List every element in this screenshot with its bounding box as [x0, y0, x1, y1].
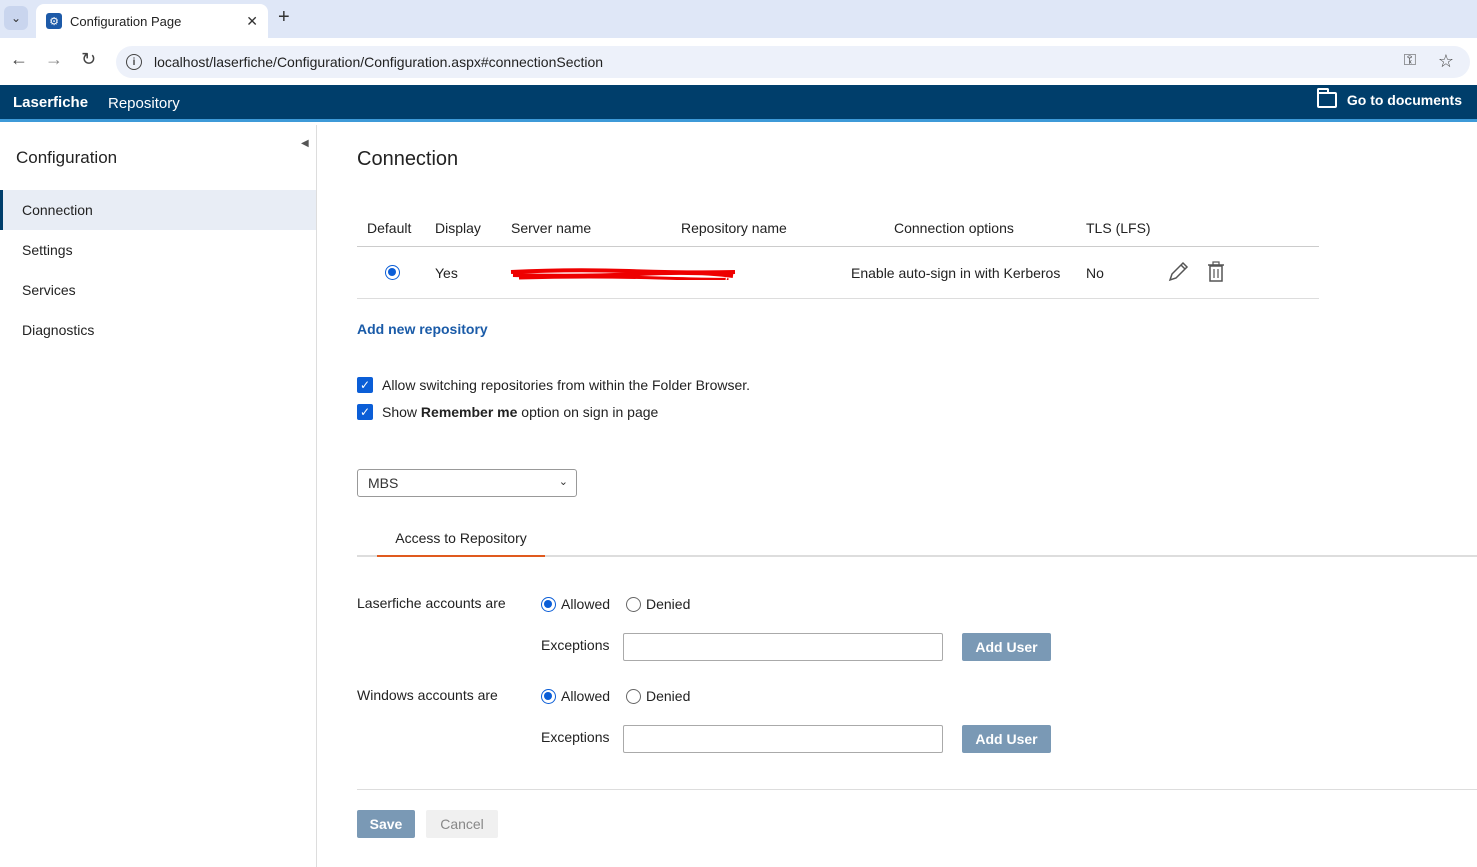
sidebar-item-services[interactable]: Services: [0, 270, 316, 310]
edit-pencil-icon[interactable]: [1167, 261, 1189, 283]
repository-table-header: Default Display Server name Repository n…: [357, 217, 1319, 247]
add-new-repository-link[interactable]: Add new repository: [357, 321, 488, 337]
laserfiche-exceptions-input[interactable]: [623, 633, 943, 661]
sidebar: ◀ Configuration Connection Settings Serv…: [0, 125, 317, 867]
windows-accounts-label: Windows accounts are: [357, 687, 498, 703]
tab-access-to-repository[interactable]: Access to Repository: [377, 529, 545, 557]
column-connection-options: Connection options: [894, 220, 1014, 236]
tls-value: No: [1086, 265, 1104, 281]
sidebar-title: Configuration: [16, 148, 118, 167]
sidebar-item-settings[interactable]: Settings: [0, 230, 316, 270]
save-button[interactable]: Save: [357, 810, 415, 838]
windows-allowed-radio[interactable]: Allowed: [541, 688, 610, 704]
main-content: Connection Default Display Server name R…: [317, 125, 1477, 867]
laserfiche-denied-radio[interactable]: Denied: [626, 596, 690, 612]
forward-arrow-icon[interactable]: →: [45, 49, 63, 70]
remember-suffix: option on sign in page: [517, 404, 659, 420]
connection-options-value: Enable auto-sign in with Kerberos: [851, 265, 1061, 281]
browser-toolbar: ← → ↻ i localhost/laserfiche/Configurati…: [0, 38, 1477, 85]
windows-denied-radio[interactable]: Denied: [626, 688, 690, 704]
laserfiche-favicon-icon: ⚙: [46, 13, 62, 29]
go-to-documents-link[interactable]: Go to documents: [1316, 88, 1462, 108]
new-tab-icon[interactable]: +: [278, 6, 290, 29]
tab-list-chevron-icon[interactable]: ⌄: [4, 6, 28, 30]
laserfiche-allowed-radio[interactable]: Allowed: [541, 596, 610, 612]
laserfiche-accounts-label: Laserfiche accounts are: [357, 595, 506, 611]
app-header: Laserfiche Repository Go to documents: [0, 85, 1477, 122]
product-name: Repository: [108, 95, 180, 112]
page-title: Connection: [357, 148, 459, 170]
sidebar-item-diagnostics[interactable]: Diagnostics: [0, 310, 316, 350]
remember-me-checkbox-row[interactable]: ✓ Show Remember me option on sign in pag…: [357, 404, 658, 420]
repository-select[interactable]: MBS ⌄: [357, 469, 577, 497]
laserfiche-add-user-button[interactable]: Add User: [962, 633, 1051, 661]
collapse-sidebar-icon[interactable]: ◀: [301, 138, 309, 149]
address-bar[interactable]: i localhost/laserfiche/Configuration/Con…: [116, 46, 1470, 78]
tab-title: Configuration Page: [70, 13, 182, 29]
allow-switching-checkbox-row[interactable]: ✓ Allow switching repositories from with…: [357, 377, 750, 393]
divider: [357, 789, 1477, 790]
brand-logo[interactable]: Laserfiche: [13, 94, 88, 111]
go-to-documents-label: Go to documents: [1346, 92, 1462, 108]
windows-add-user-button[interactable]: Add User: [962, 725, 1051, 753]
remember-prefix: Show: [382, 404, 421, 420]
remember-me-bold: Remember me: [420, 404, 518, 420]
chevron-down-icon: ⌄: [558, 476, 568, 488]
laserfiche-exceptions-label: Exceptions: [541, 637, 610, 653]
tab-close-icon[interactable]: ✕: [246, 13, 258, 30]
table-row: Yes Enable auto-sign in with Kerberos No: [357, 248, 1319, 299]
windows-exceptions-input[interactable]: [623, 725, 943, 753]
reload-icon[interactable]: ↻: [81, 49, 96, 70]
column-default: Default: [367, 220, 412, 236]
password-key-icon[interactable]: ⚿: [1404, 52, 1416, 70]
repository-select-value: MBS: [368, 475, 399, 491]
column-tls: TLS (LFS): [1086, 220, 1151, 236]
windows-exceptions-label: Exceptions: [541, 729, 610, 745]
address-url[interactable]: localhost/laserfiche/Configuration/Confi…: [154, 54, 603, 70]
checkbox-checked-icon[interactable]: ✓: [357, 404, 373, 420]
display-value: Yes: [435, 265, 458, 281]
folder-icon: [1316, 88, 1337, 108]
delete-trash-icon[interactable]: [1207, 261, 1225, 283]
allow-switching-label: Allow switching repositories from within…: [382, 377, 751, 393]
column-repository-name: Repository name: [681, 220, 787, 236]
checkbox-checked-icon[interactable]: ✓: [357, 377, 373, 393]
back-arrow-icon[interactable]: ←: [10, 49, 28, 70]
sidebar-item-connection[interactable]: Connection: [0, 190, 316, 230]
column-server-name: Server name: [511, 220, 592, 236]
browser-tab[interactable]: ⚙ Configuration Page ✕: [36, 4, 268, 38]
cancel-button[interactable]: Cancel: [426, 810, 498, 838]
default-radio[interactable]: [385, 265, 400, 283]
browser-tabstrip: ⌄ ⚙ Configuration Page ✕ +: [0, 0, 1477, 38]
redacted-server-scribble: [510, 268, 736, 280]
bookmark-star-icon[interactable]: ☆: [1438, 51, 1454, 72]
site-info-icon[interactable]: i: [126, 54, 142, 70]
column-display: Display: [435, 220, 481, 236]
